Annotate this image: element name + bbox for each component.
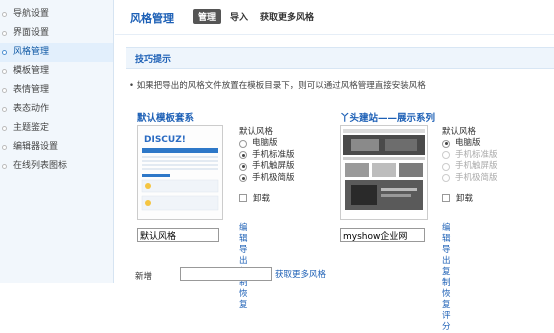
sidebar-item-thread-stamp[interactable]: 主题鉴定 xyxy=(0,119,113,138)
option-mobile-standard: 手机标准版 xyxy=(442,150,522,162)
bullet-icon xyxy=(2,88,7,93)
sidebar-item-label: 导航设置 xyxy=(13,9,50,19)
checkbox-icon[interactable] xyxy=(442,194,450,202)
radio-selected-icon[interactable] xyxy=(239,151,247,160)
sidebar-item-smiley-manage[interactable]: 表情管理 xyxy=(0,81,113,100)
style-name-input[interactable] xyxy=(137,228,219,242)
radio-selected-icon[interactable] xyxy=(239,162,247,171)
restore-link[interactable]: 恢复 xyxy=(239,289,248,310)
style-preview-image: DISCUZ! xyxy=(138,126,222,219)
bullet-icon xyxy=(2,126,7,131)
option-mobile-touch[interactable]: 手机触屏版 xyxy=(239,161,319,173)
style-name-input[interactable] xyxy=(340,228,425,242)
new-style-row: 新增 获取更多风格 xyxy=(135,265,554,283)
tab-get-more-styles[interactable]: 获取更多风格 xyxy=(260,10,314,23)
style-options: 默认风格 电脑版 手机标准版 手机触屏版 手机极简版 卸载 xyxy=(239,127,319,204)
style-thumbnail[interactable]: DISCUZ! xyxy=(137,125,223,220)
new-style-label: 新增 xyxy=(135,272,153,282)
options-label: 默认风格 xyxy=(239,127,274,137)
export-link[interactable]: 导出 xyxy=(239,245,248,266)
option-label: 手机触屏版 xyxy=(252,161,295,171)
bullet-icon xyxy=(2,164,7,169)
uninstall-checkbox[interactable]: 卸载 xyxy=(442,192,522,204)
option-label: 手机标准版 xyxy=(252,149,295,160)
radio-icon xyxy=(442,174,450,183)
option-label: 手机触屏版 xyxy=(455,161,498,171)
sidebar-item-label: 主题鉴定 xyxy=(13,123,50,133)
page-title: 风格管理 xyxy=(130,12,174,25)
sidebar-item-label: 编辑器设置 xyxy=(13,142,59,152)
get-more-styles-link[interactable]: 获取更多风格 xyxy=(275,268,326,280)
tab-import[interactable]: 导入 xyxy=(230,10,248,23)
restore-link[interactable]: 恢复 xyxy=(442,289,451,310)
radio-icon xyxy=(442,162,450,171)
bullet-icon xyxy=(2,31,7,36)
tip-text: • 如果把导出的风格文件放置在模板目录下，则可以通过风格管理直接安装风格 xyxy=(129,81,426,91)
option-label: 电脑版 xyxy=(252,138,278,148)
sidebar-item-editor-settings[interactable]: 编辑器设置 xyxy=(0,138,113,157)
sidebar: 导航设置 界面设置 风格管理 模板管理 表情管理 表态动作 主题鉴定 编辑器设置… xyxy=(0,0,114,283)
new-style-input[interactable] xyxy=(180,267,272,281)
tips-title: 技巧提示 xyxy=(135,55,172,65)
radio-icon[interactable] xyxy=(239,139,247,148)
edit-link[interactable]: 编辑 xyxy=(239,223,248,244)
sidebar-item-label: 在线列表图标 xyxy=(13,161,68,171)
options-label: 默认风格 xyxy=(442,127,477,137)
sidebar-item-nav-settings[interactable]: 导航设置 xyxy=(0,5,113,24)
option-pc[interactable]: 电脑版 xyxy=(442,138,522,150)
uninstall-label: 卸载 xyxy=(253,194,271,204)
tips-bar: 技巧提示 xyxy=(126,47,554,69)
radio-selected-icon[interactable] xyxy=(442,139,450,148)
sidebar-item-style-manage[interactable]: 风格管理 xyxy=(0,43,113,62)
bullet-icon xyxy=(2,107,7,112)
sidebar-item-label: 界面设置 xyxy=(13,28,50,38)
bullet-icon xyxy=(2,50,7,55)
style-name: 丫头建站——展示系列 xyxy=(340,113,436,124)
radio-selected-icon[interactable] xyxy=(239,174,247,183)
sidebar-item-label: 表情管理 xyxy=(13,85,50,95)
style-name: 默认模板套系 xyxy=(137,113,195,124)
sidebar-item-label: 风格管理 xyxy=(13,47,50,57)
topbar: 风格管理 管理 导入 获取更多风格 xyxy=(115,0,554,35)
sidebar-item-label: 模板管理 xyxy=(13,66,50,76)
bullet-icon xyxy=(2,145,7,150)
style-options: 默认风格 电脑版 手机标准版 手机触屏版 手机极简版 卸载 xyxy=(442,127,522,204)
sidebar-item-template-manage[interactable]: 模板管理 xyxy=(0,62,113,81)
tab-manage[interactable]: 管理 xyxy=(193,9,222,24)
radio-icon xyxy=(442,151,450,160)
option-label: 电脑版 xyxy=(455,138,481,148)
uninstall-checkbox[interactable]: 卸载 xyxy=(239,192,319,204)
option-mobile-standard[interactable]: 手机标准版 xyxy=(239,150,319,162)
option-pc[interactable]: 电脑版 xyxy=(239,138,319,150)
main-content: 风格管理 管理 导入 获取更多风格 技巧提示 • 如果把导出的风格文件放置在模板… xyxy=(115,0,554,332)
sidebar-item-ui-settings[interactable]: 界面设置 xyxy=(0,24,113,43)
option-mobile-simple: 手机极简版 xyxy=(442,173,522,185)
option-label: 手机标准版 xyxy=(455,149,498,160)
checkbox-icon[interactable] xyxy=(239,194,247,202)
sidebar-item-label: 表态动作 xyxy=(13,104,50,114)
edit-link[interactable]: 编辑 xyxy=(442,223,451,244)
sidebar-item-online-icons[interactable]: 在线列表图标 xyxy=(0,157,113,176)
uninstall-label: 卸载 xyxy=(456,194,474,204)
bullet-icon xyxy=(2,69,7,74)
style-preview-image xyxy=(341,126,427,219)
option-label: 手机极简版 xyxy=(252,172,295,183)
rate-link[interactable]: 评分 xyxy=(442,311,451,332)
sidebar-item-click-actions[interactable]: 表态动作 xyxy=(0,100,113,119)
bullet-icon xyxy=(2,12,7,17)
style-card-yatou: 丫头建站——展示系列 默认风格 电脑版 手机标准版 手机触屏版 手机极简版 卸载… xyxy=(340,110,498,332)
option-mobile-touch: 手机触屏版 xyxy=(442,161,522,173)
style-card-default: 默认模板套系 DISCUZ! 默认风格 电脑版 手机标准版 手机触屏版 手机极简… xyxy=(137,110,295,310)
style-thumbnail[interactable] xyxy=(340,125,428,220)
option-mobile-simple[interactable]: 手机极简版 xyxy=(239,173,319,185)
export-link[interactable]: 导出 xyxy=(442,245,451,266)
option-label: 手机极简版 xyxy=(455,172,498,183)
thumb-logo-text: DISCUZ! xyxy=(144,135,186,145)
